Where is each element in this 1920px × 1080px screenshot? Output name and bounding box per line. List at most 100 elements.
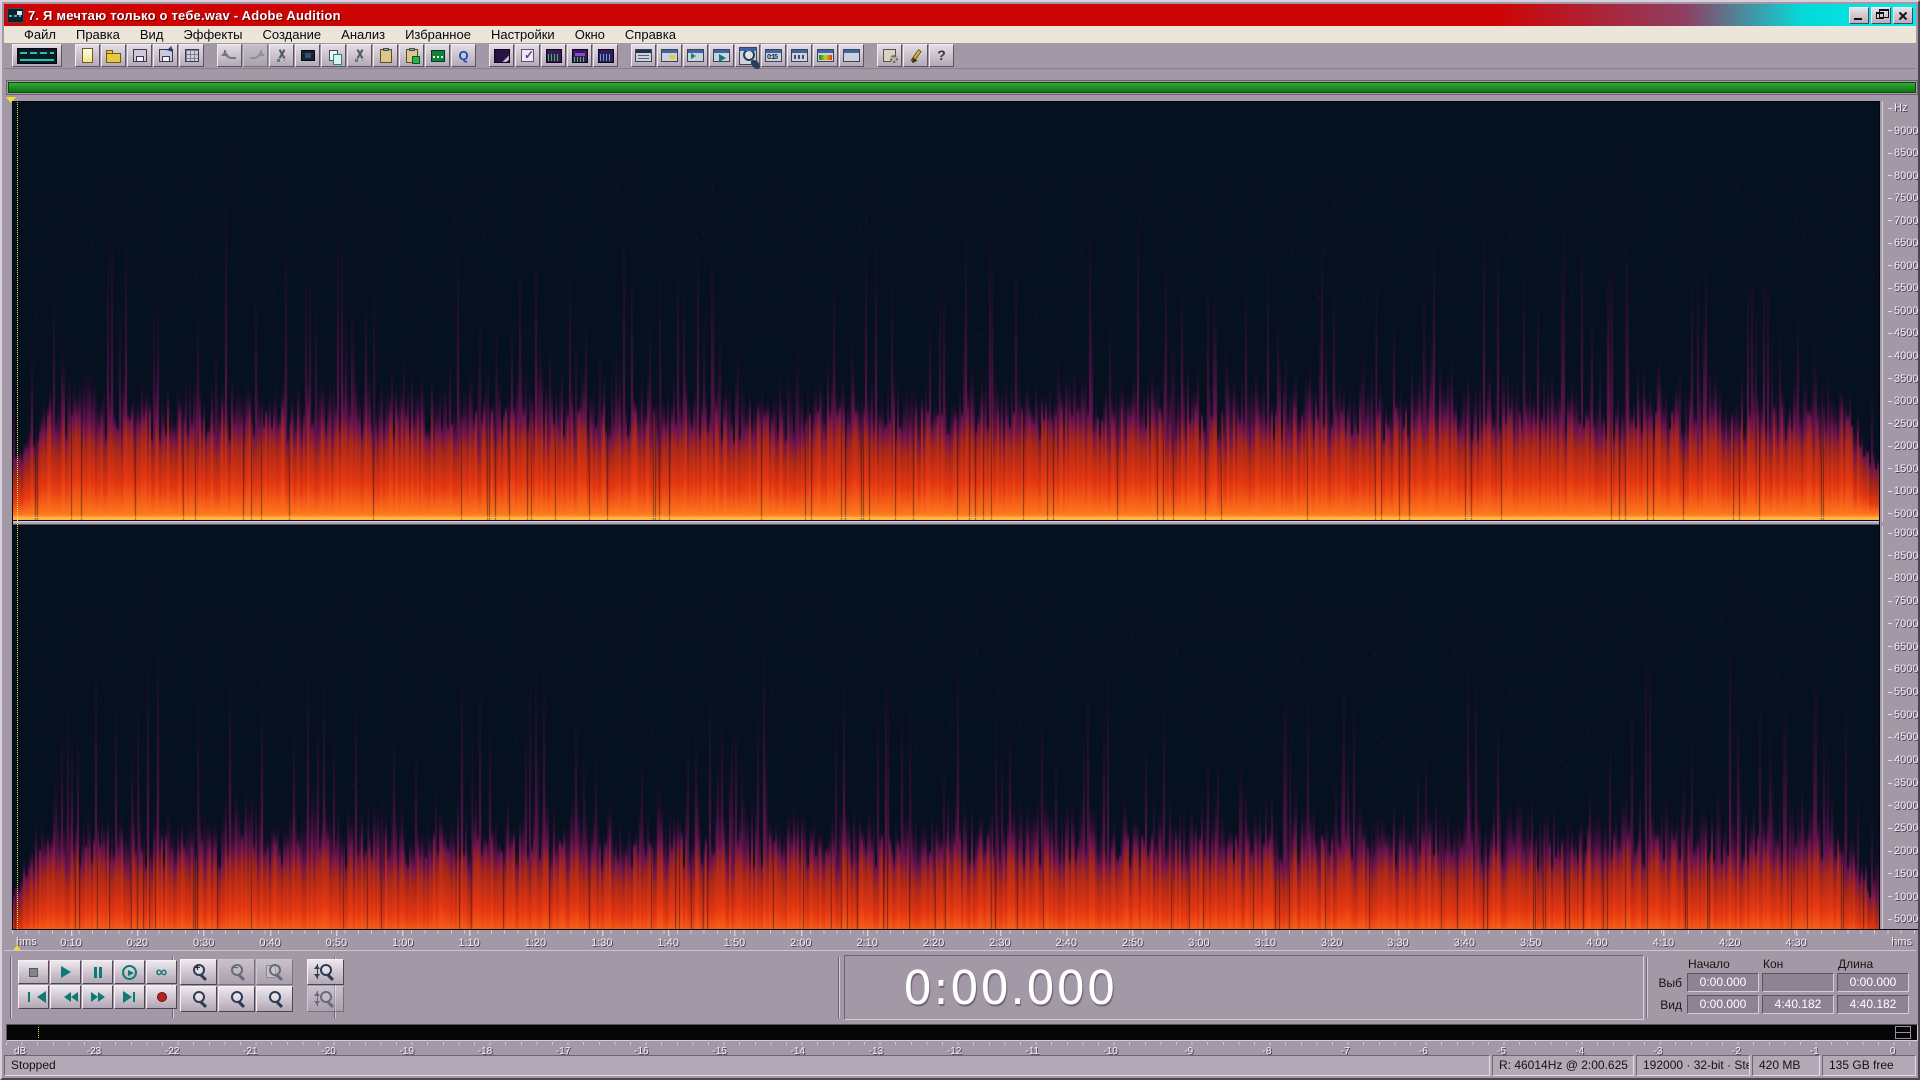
go-to-start-button[interactable]	[18, 985, 49, 1009]
menu-item[interactable]: Окно	[565, 26, 615, 43]
level-meter[interactable]	[6, 1024, 1918, 1041]
fast-forward-button[interactable]	[82, 985, 113, 1009]
paste-button[interactable]	[373, 44, 398, 67]
batch-files-button[interactable]	[179, 44, 204, 67]
undo-button[interactable]	[217, 44, 242, 67]
loop-play-button[interactable]	[146, 960, 177, 984]
time-display[interactable]: 0:00.000	[844, 955, 1644, 1020]
new-file-button[interactable]	[75, 44, 100, 67]
minimize-button[interactable]	[1849, 7, 1869, 24]
zoom-vertical-in-button[interactable]	[307, 959, 344, 985]
view-toggle-button[interactable]	[12, 44, 62, 67]
new-file-icon	[82, 48, 93, 63]
status-state: Stopped	[4, 1055, 1490, 1076]
scissors-button[interactable]	[269, 44, 294, 67]
save-as-button[interactable]	[153, 44, 178, 67]
scripts-button[interactable]	[877, 44, 902, 67]
paste-new-button[interactable]	[399, 44, 424, 67]
channel-divider[interactable]	[13, 521, 1879, 525]
selection-end-field[interactable]	[1762, 973, 1834, 992]
timeline-tick: 3:20	[1321, 930, 1342, 949]
minimize-icon	[1854, 18, 1862, 20]
convert-sample-button[interactable]	[451, 44, 476, 67]
menu-item[interactable]: Справка	[615, 26, 686, 43]
clip-indicator[interactable]	[1895, 1026, 1911, 1039]
frequency-ruler-left[interactable]: Hz90000850008000075000700006500060000550…	[1882, 101, 1920, 522]
spectral-left-channel[interactable]	[13, 102, 1879, 520]
trim-button[interactable]	[295, 44, 320, 67]
zoom-sel-left-button[interactable]	[218, 986, 255, 1012]
spectral-phase-icon	[598, 49, 614, 63]
menu-item[interactable]: Настройки	[481, 26, 565, 43]
time-window-button[interactable]	[761, 44, 786, 67]
zoom-out-icon	[228, 963, 246, 981]
record-button[interactable]	[146, 985, 177, 1009]
menu-item[interactable]: Правка	[66, 26, 130, 43]
spectral-right-channel[interactable]	[13, 526, 1879, 948]
menu-item[interactable]: Эффекты	[173, 26, 252, 43]
mix-paste-button[interactable]	[425, 44, 450, 67]
spectral-display	[12, 101, 1880, 950]
menu-item[interactable]: Анализ	[331, 26, 395, 43]
menu-item[interactable]: Избранное	[395, 26, 481, 43]
cut-button[interactable]	[347, 44, 372, 67]
play-window-button[interactable]	[709, 44, 734, 67]
mix-paste-icon	[431, 50, 445, 62]
spectral-view-button[interactable]	[541, 44, 566, 67]
spectral-colors-button[interactable]	[813, 44, 838, 67]
redo-button[interactable]	[243, 44, 268, 67]
blank-window-button[interactable]	[839, 44, 864, 67]
zoom-out-button[interactable]	[218, 959, 255, 985]
go-to-end-button[interactable]	[114, 985, 145, 1009]
overview-range-bar[interactable]	[8, 82, 1916, 93]
copy-button[interactable]	[321, 44, 346, 67]
play-list-button[interactable]	[657, 44, 682, 67]
freq-analysis-icon	[791, 49, 808, 62]
timeline-tick: 1:50	[724, 930, 745, 949]
menu-item[interactable]: Вид	[130, 26, 174, 43]
play-to-end-button[interactable]	[114, 960, 145, 984]
zoom-vertical-out-button[interactable]	[307, 986, 344, 1012]
spectral-pan-button[interactable]	[567, 44, 592, 67]
timeline-unit-right: hms	[1891, 936, 1912, 948]
menu-item[interactable]: Файл	[14, 26, 66, 43]
selection-end-field[interactable]: 4:40.182	[1762, 995, 1834, 1014]
help-button[interactable]	[929, 44, 954, 67]
rewind-button[interactable]	[50, 985, 81, 1009]
freq-label: 45000	[1888, 732, 1919, 743]
selection-start-field[interactable]: 0:00.000	[1687, 995, 1759, 1014]
waveform-view-button[interactable]	[489, 44, 514, 67]
save-file-button[interactable]	[127, 44, 152, 67]
help-icon	[937, 48, 946, 63]
mixer-window-button[interactable]	[683, 44, 708, 67]
zoom-window-button[interactable]	[735, 44, 760, 67]
zoom-selection-button[interactable]	[180, 986, 217, 1012]
frequency-ruler-right[interactable]: 9000085000800007500070000650006000055000…	[1882, 526, 1920, 950]
open-file-button[interactable]	[101, 44, 126, 67]
stop-button[interactable]	[18, 960, 49, 984]
status-file-format: 192000 · 32-bit · Stereo	[1636, 1055, 1750, 1076]
zoom-full-button[interactable]	[256, 959, 293, 985]
verify-button[interactable]	[515, 44, 540, 67]
play-button[interactable]	[50, 960, 81, 984]
menu-item[interactable]: Создание	[253, 26, 332, 43]
restore-button[interactable]	[1871, 7, 1891, 24]
selection-start-field[interactable]: 0:00.000	[1687, 973, 1759, 992]
pause-button[interactable]	[82, 960, 113, 984]
cue-list-button[interactable]	[631, 44, 656, 67]
close-button[interactable]	[1893, 7, 1913, 24]
selection-length-field[interactable]: 0:00.000	[1837, 973, 1909, 992]
timeline-ruler[interactable]: hms hms 0:100:200:300:400:501:001:101:20…	[12, 929, 1918, 950]
spectral-phase-button[interactable]	[593, 44, 618, 67]
selection-length-field[interactable]: 4:40.182	[1837, 995, 1909, 1014]
zoom-in-button[interactable]	[180, 959, 217, 985]
timeline-tick: 2:40	[1056, 930, 1077, 949]
edit-pencil-button[interactable]	[903, 44, 928, 67]
spacer	[294, 959, 306, 985]
selection-header: Начало	[1688, 957, 1763, 971]
freq-analysis-button[interactable]	[787, 44, 812, 67]
zoom-sel-right-button[interactable]	[256, 986, 293, 1012]
play-icon	[61, 966, 77, 978]
scissors-icon	[275, 49, 288, 62]
freq-label: 5000	[1888, 509, 1919, 520]
